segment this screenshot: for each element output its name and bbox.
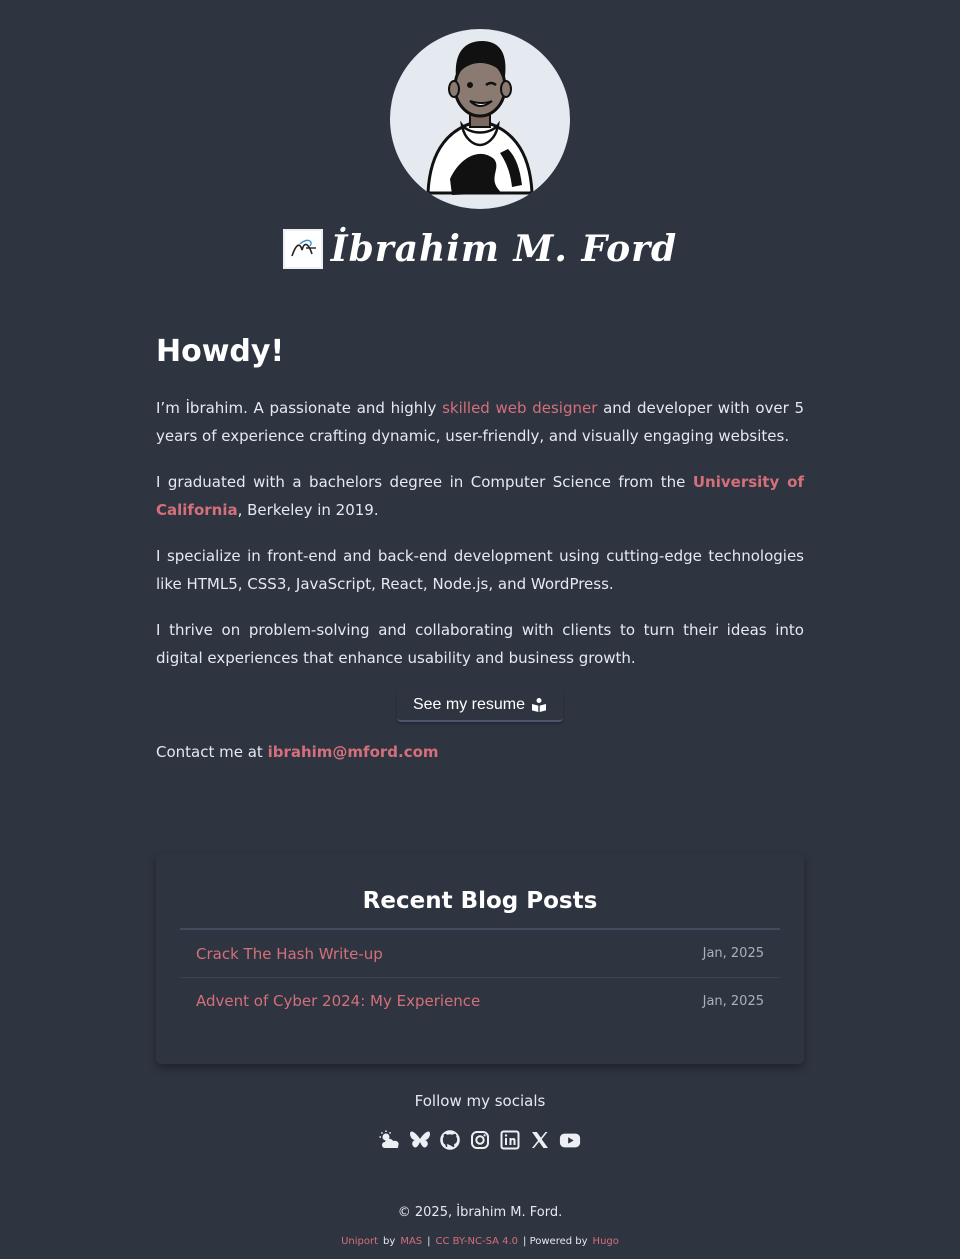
github-icon[interactable] — [439, 1128, 461, 1152]
powered-text: | Powered by — [523, 1236, 588, 1247]
resume-label: See my resume — [412, 696, 526, 713]
intro-text: I graduated with a bachelors degree in C… — [156, 473, 693, 491]
license-link[interactable]: CC BY-NC-SA 4.0 — [436, 1236, 519, 1247]
greeting-heading: Howdy! — [156, 334, 285, 369]
intro-text: , Berkeley in 2019. — [237, 501, 379, 519]
blog-section-title: Recent Blog Posts — [180, 854, 780, 930]
intro-paragraph-4: I thrive on problem-solving and collabor… — [156, 621, 804, 667]
contact-line: Contact me at ibrahim@mford.com — [156, 738, 804, 766]
site-name[interactable]: İbrahim M. Ford — [331, 228, 677, 270]
blog-post-link[interactable]: Crack The Hash Write-up — [196, 945, 383, 963]
page: İbrahim M. Ford Howdy! I’m İbrahim. A pa… — [0, 0, 960, 1259]
contact-email-link[interactable]: ibrahim@mford.com — [268, 743, 439, 761]
intro-text: I’m İbrahim. A passionate and highly — [156, 399, 443, 417]
see-resume-button[interactable]: See my resume — [396, 690, 564, 722]
skilled-web-designer-link[interactable]: skilled web designer — [442, 399, 597, 417]
youtube-icon[interactable] — [559, 1128, 581, 1152]
blog-post-date: Jan, 2025 — [702, 993, 764, 1009]
social-links — [0, 1128, 960, 1152]
blog-post-link[interactable]: Advent of Cyber 2024: My Experience — [196, 992, 480, 1010]
divider-text: | — [427, 1236, 431, 1247]
monogram-logo-icon — [291, 239, 316, 257]
x-icon[interactable] — [529, 1128, 551, 1152]
hugo-link[interactable]: Hugo — [593, 1236, 619, 1247]
recent-blog-posts-card: Recent Blog Posts Crack The Hash Write-u… — [156, 854, 804, 1064]
by-text: by — [383, 1236, 396, 1247]
list-item: Crack The Hash Write-up Jan, 2025 — [180, 930, 780, 977]
blog-post-date: Jan, 2025 — [702, 946, 764, 961]
follow-heading: Follow my socials — [414, 1092, 546, 1110]
intro-paragraph-2: I graduated with a bachelors degree in C… — [156, 468, 804, 524]
theme-link[interactable]: Uniport — [341, 1236, 378, 1247]
instagram-icon[interactable] — [469, 1128, 491, 1152]
author-link[interactable]: MAS — [400, 1236, 422, 1247]
intro-section: Howdy! I’m İbrahim. A passionate and hig… — [156, 332, 804, 766]
copyright-text: © 2025, İbrahim M. Ford. — [397, 1205, 563, 1220]
contact-prefix: Contact me at — [156, 743, 268, 761]
site-logo[interactable] — [282, 229, 323, 269]
linkedin-icon[interactable] — [499, 1128, 521, 1152]
book-reader-icon — [532, 698, 547, 712]
site-brand[interactable]: İbrahim M. Ford — [0, 228, 960, 270]
footer-credits: Uniport by MAS | CC BY-NC-SA 4.0 | Powered by… — [0, 1236, 960, 1247]
bluesky-icon[interactable] — [409, 1128, 431, 1152]
avatar — [390, 29, 570, 209]
intro-paragraph-3: I specialize in front-end and back-end d… — [156, 547, 804, 593]
list-item: Advent of Cyber 2024: My Experience Jan,… — [180, 977, 780, 1024]
resume-button-wrap: See my resume — [156, 690, 804, 722]
weather-icon[interactable] — [379, 1128, 401, 1152]
avatar-illustration-icon — [426, 41, 534, 195]
intro-paragraph-1: I’m İbrahim. A passionate and highly ski… — [156, 394, 804, 450]
